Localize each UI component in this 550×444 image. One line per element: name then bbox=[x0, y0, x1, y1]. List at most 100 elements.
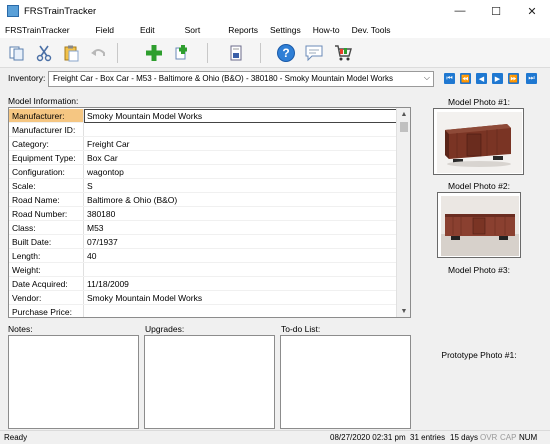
grid-row-length[interactable]: Length: 40 bbox=[9, 249, 397, 263]
title-bar: FRSTrainTracker — ☐ ✕ bbox=[0, 0, 550, 22]
status-text: Ready bbox=[4, 433, 28, 442]
report-icon[interactable] bbox=[225, 42, 247, 64]
model-photo-1-label: Model Photo #1: bbox=[448, 97, 510, 107]
window-controls: — ☐ ✕ bbox=[442, 0, 550, 22]
menu-edit[interactable]: Edit bbox=[134, 25, 161, 35]
todo-textarea[interactable] bbox=[280, 335, 411, 429]
model-photo-1[interactable] bbox=[433, 108, 524, 175]
grid-row-class[interactable]: Class: M53 bbox=[9, 221, 397, 235]
next-page-icon[interactable]: ⏩ bbox=[508, 73, 519, 84]
toolbar-separator bbox=[117, 43, 118, 63]
grid-value[interactable]: 380180 bbox=[87, 209, 115, 219]
toolbar-separator bbox=[260, 43, 261, 63]
last-record-icon[interactable]: ⏭ bbox=[526, 73, 537, 84]
cut-icon[interactable] bbox=[33, 42, 55, 64]
grid-label: Road Name: bbox=[12, 195, 60, 205]
window-title: FRSTrainTracker bbox=[24, 5, 97, 17]
grid-label: Vendor: bbox=[12, 293, 42, 303]
comment-icon[interactable] bbox=[303, 42, 325, 64]
menu-dev-tools[interactable]: Dev. Tools bbox=[346, 25, 397, 35]
grid-row-built-date[interactable]: Built Date: 07/1937 bbox=[9, 235, 397, 249]
status-datetime: 08/27/2020 02:31 pm bbox=[330, 433, 406, 442]
grid-row-equipment-type[interactable]: Equipment Type: Box Car bbox=[9, 151, 397, 165]
close-button[interactable]: ✕ bbox=[514, 0, 550, 22]
grid-label: Purchase Price: bbox=[12, 307, 72, 317]
scroll-thumb[interactable] bbox=[400, 122, 408, 132]
grid-label: Category: bbox=[12, 139, 49, 149]
grid-value[interactable]: 40 bbox=[87, 251, 96, 261]
boxcar-photo-icon bbox=[441, 196, 519, 256]
scroll-up-icon[interactable]: ▲ bbox=[397, 108, 410, 120]
minimize-button[interactable]: — bbox=[442, 0, 478, 22]
grid-row-weight[interactable]: Weight: bbox=[9, 263, 397, 277]
grid-value[interactable]: Box Car bbox=[87, 153, 118, 163]
grid-label: Date Acquired: bbox=[12, 279, 68, 289]
grid-row-date-acquired[interactable]: Date Acquired: 11/18/2009 bbox=[9, 277, 397, 291]
menu-settings[interactable]: Settings bbox=[264, 25, 307, 35]
grid-row-configuration[interactable]: Configuration: wagontop bbox=[9, 165, 397, 179]
grid-row-scale[interactable]: Scale: S bbox=[9, 179, 397, 193]
grid-scrollbar[interactable]: ▲ ▼ bbox=[396, 108, 410, 317]
model-photo-2[interactable] bbox=[437, 192, 521, 258]
grid-label: Manufacturer ID: bbox=[12, 125, 76, 135]
grid-value[interactable]: 07/1937 bbox=[87, 237, 118, 247]
grid-label: Configuration: bbox=[12, 167, 65, 177]
grid-row-road-number[interactable]: Road Number: 380180 bbox=[9, 207, 397, 221]
grid-row-manufacturer[interactable]: Manufacturer: Smoky Mountain Model Works bbox=[9, 109, 397, 123]
grid-value[interactable]: wagontop bbox=[87, 167, 124, 177]
grid-row-vendor[interactable]: Vendor: Smoky Mountain Model Works bbox=[9, 291, 397, 305]
paste-icon[interactable] bbox=[60, 42, 82, 64]
svg-text:?: ? bbox=[282, 46, 289, 60]
first-record-icon[interactable]: ⏮ bbox=[444, 73, 455, 84]
grid-label: Class: bbox=[12, 223, 36, 233]
toolbar: ? bbox=[0, 38, 550, 68]
previous-page-icon[interactable]: ⏪ bbox=[460, 73, 471, 84]
grid-value[interactable]: Smoky Mountain Model Works bbox=[87, 111, 202, 121]
grid-label: Length: bbox=[12, 251, 41, 261]
menu-sort[interactable]: Sort bbox=[179, 25, 207, 35]
grid-value[interactable]: S bbox=[87, 181, 93, 191]
status-entries: 31 entries bbox=[410, 433, 446, 442]
cart-icon[interactable] bbox=[332, 42, 354, 64]
upgrades-label: Upgrades: bbox=[145, 324, 185, 334]
grid-value[interactable]: 11/18/2009 bbox=[87, 279, 129, 289]
notes-textarea[interactable] bbox=[8, 335, 139, 429]
status-ovr: OVR bbox=[480, 433, 498, 442]
add-icon[interactable] bbox=[143, 42, 165, 64]
model-info-grid[interactable]: Manufacturer: Smoky Mountain Model Works… bbox=[8, 107, 411, 318]
status-cap: CAP bbox=[500, 433, 517, 442]
menu-reports[interactable]: Reports bbox=[222, 25, 264, 35]
inventory-select[interactable]: Freight Car - Box Car - M53 - Baltimore … bbox=[48, 71, 434, 87]
grid-label: Built Date: bbox=[12, 237, 52, 247]
undo-icon[interactable] bbox=[87, 42, 109, 64]
grid-row-category[interactable]: Category: Freight Car bbox=[9, 137, 397, 151]
model-photo-3-label: Model Photo #3: bbox=[448, 265, 510, 275]
grid-value[interactable]: Baltimore & Ohio (B&O) bbox=[87, 195, 177, 205]
grid-label: Manufacturer: bbox=[12, 111, 65, 121]
grid-value[interactable]: Freight Car bbox=[87, 139, 130, 149]
menu-frstraintracker[interactable]: FRSTrainTracker bbox=[0, 25, 76, 35]
grid-label: Weight: bbox=[12, 265, 41, 275]
grid-label: Scale: bbox=[12, 181, 36, 191]
menu-field[interactable]: Field bbox=[90, 25, 120, 35]
grid-value[interactable]: Smoky Mountain Model Works bbox=[87, 293, 202, 303]
grid-label: Equipment Type: bbox=[12, 153, 76, 163]
previous-record-icon[interactable]: ◀ bbox=[476, 73, 487, 84]
status-num: NUM bbox=[519, 433, 538, 442]
maximize-button[interactable]: ☐ bbox=[478, 0, 514, 22]
scroll-down-icon[interactable]: ▼ bbox=[397, 305, 410, 317]
duplicate-icon[interactable] bbox=[171, 42, 193, 64]
next-record-icon[interactable]: ▶ bbox=[492, 73, 503, 84]
notes-label: Notes: bbox=[8, 324, 33, 334]
grid-row-purchase-price[interactable]: Purchase Price: bbox=[9, 305, 397, 317]
model-info-label: Model Information: bbox=[8, 96, 79, 106]
upgrades-textarea[interactable] bbox=[144, 335, 275, 429]
menu-how-to[interactable]: How-to bbox=[307, 25, 346, 35]
copy-icon[interactable] bbox=[6, 42, 28, 64]
help-icon[interactable]: ? bbox=[275, 42, 297, 64]
prototype-photo-1-label: Prototype Photo #1: bbox=[441, 350, 517, 360]
grid-value[interactable]: M53 bbox=[87, 223, 104, 233]
boxcar-photo-icon bbox=[437, 112, 522, 173]
grid-row-manufacturer-id[interactable]: Manufacturer ID: bbox=[9, 123, 397, 137]
grid-row-road-name[interactable]: Road Name: Baltimore & Ohio (B&O) bbox=[9, 193, 397, 207]
